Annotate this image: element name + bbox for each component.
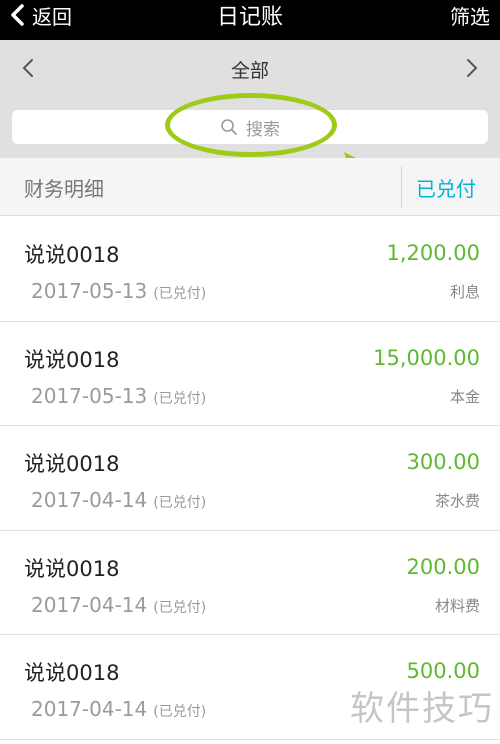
period-selector: 全部 — [0, 40, 500, 98]
page-title: 日记账 — [216, 5, 283, 30]
item-amount: 200.00 — [406, 554, 480, 579]
tab-paid[interactable]: 已兑付 — [416, 158, 476, 216]
item-category: 材料费 — [434, 596, 480, 615]
item-date-value: 2017-05-13 — [31, 279, 148, 303]
item-category: 本金 — [449, 387, 480, 406]
item-date: 2017-04-14 (已兑付) — [31, 593, 206, 617]
item-date: 2017-05-13 (已兑付) — [31, 384, 206, 408]
item-status: (已兑付) — [153, 599, 207, 616]
item-title: 说说0018 — [24, 661, 120, 685]
filter-button[interactable]: 筛选 — [450, 0, 490, 30]
item-date-value: 2017-05-13 — [31, 383, 148, 408]
list-item[interactable]: 说说0018 2017-04-14 (已兑付) 300.00 茶水费 — [0, 426, 500, 531]
item-amount: 1,200.00 — [386, 241, 480, 265]
list-item[interactable]: 说说0018 2017-04-14 (已兑付) 200.00 材料费 — [0, 530, 500, 635]
item-amount: 500.00 — [406, 659, 480, 683]
tab-finance-detail[interactable]: 财务明细 — [24, 158, 104, 216]
period-label: 全部 — [230, 59, 269, 82]
item-date-value: 2017-04-14 — [31, 488, 148, 512]
item-title: 说说0018 — [24, 556, 120, 581]
annotation-circle — [165, 93, 337, 157]
chevron-right-icon — [467, 59, 478, 77]
item-title: 说说0018 — [24, 452, 120, 476]
item-date: 2017-05-13 (已兑付) — [31, 279, 206, 303]
item-date: 2017-04-14 (已兑付) — [31, 697, 206, 721]
item-status: (已兑付) — [153, 704, 207, 720]
item-amount: 15,000.00 — [373, 345, 480, 370]
item-category: 利息 — [449, 283, 480, 301]
item-category: 茶水费 — [434, 492, 480, 510]
item-date-value: 2017-04-14 — [31, 592, 148, 617]
top-navbar: 返回 日记账 筛选 — [0, 0, 500, 40]
item-amount: 300.00 — [406, 450, 480, 474]
list-item[interactable]: 说说0018 2017-05-13 (已兑付) 1,200.00 利息 — [0, 217, 500, 322]
tabs-row: 财务明细 已兑付 — [0, 158, 500, 216]
item-date-value: 2017-04-14 — [31, 697, 148, 721]
item-title: 说说0018 — [24, 347, 120, 372]
item-title: 说说0018 — [24, 243, 120, 267]
list-item[interactable]: 说说0018 2017-05-13 (已兑付) 15,000.00 本金 — [0, 321, 500, 426]
item-status: (已兑付) — [153, 286, 207, 302]
watermark: 软件技巧 — [350, 689, 494, 729]
tab-divider — [401, 166, 402, 208]
item-status: (已兑付) — [153, 390, 207, 407]
item-status: (已兑付) — [153, 495, 207, 511]
next-period-button[interactable] — [452, 48, 492, 88]
transaction-list: 说说0018 2017-05-13 (已兑付) 1,200.00 利息 说说001… — [0, 217, 500, 740]
item-date: 2017-04-14 (已兑付) — [31, 488, 206, 512]
